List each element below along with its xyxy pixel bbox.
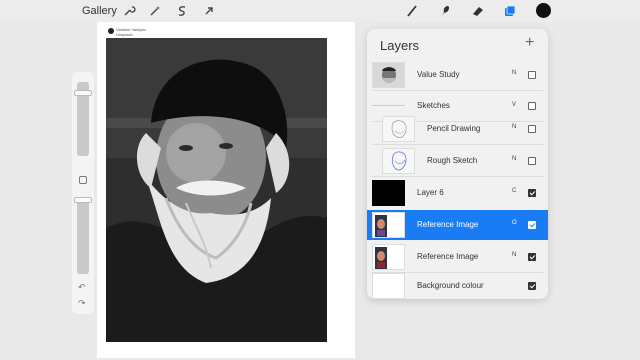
- layer-visibility-checkbox[interactable]: [528, 102, 536, 110]
- layer-name: Sketches: [417, 101, 450, 110]
- top-toolbar: Gallery: [0, 0, 640, 22]
- layer-visibility-checkbox[interactable]: [528, 189, 536, 197]
- layers-icon[interactable]: [503, 4, 517, 18]
- group-indicator: [372, 105, 405, 106]
- smudge-icon[interactable]: [438, 4, 452, 18]
- magic-wand-icon[interactable]: [148, 4, 162, 18]
- layer-divider: [372, 176, 543, 177]
- layer-name: Background colour: [417, 281, 484, 290]
- layers-panel: Layers + Value Study N Sketches ∨ Pencil…: [367, 29, 548, 299]
- layer-visibility-checkbox[interactable]: [528, 253, 536, 261]
- layer-thumbnail: [372, 244, 405, 270]
- blend-mode[interactable]: N: [512, 70, 516, 76]
- layer-name: Rough Sketch: [427, 156, 478, 165]
- gallery-button[interactable]: Gallery: [82, 5, 117, 17]
- layer-name: Value Study: [417, 70, 460, 79]
- blend-mode[interactable]: C: [512, 188, 516, 194]
- wrench-icon[interactable]: [122, 4, 136, 18]
- layer-thumbnail: [372, 180, 405, 206]
- add-layer-button[interactable]: +: [525, 34, 534, 52]
- layer-visibility-checkbox[interactable]: [528, 282, 536, 290]
- brush-icon[interactable]: [405, 4, 419, 18]
- blend-mode[interactable]: N: [512, 156, 516, 162]
- layer-row-layer-6[interactable]: Layer 6 C: [367, 178, 548, 208]
- layer-thumbnail: [382, 116, 415, 142]
- credit-avatar: [108, 28, 114, 34]
- layer-visibility-checkbox[interactable]: [528, 71, 536, 79]
- layer-row-value-study[interactable]: Value Study N: [367, 60, 548, 90]
- layer-thumbnail: [372, 212, 405, 238]
- blend-mode[interactable]: N: [512, 252, 516, 258]
- layer-row-reference-image[interactable]: Reference Image N: [367, 242, 548, 272]
- brush-opacity-handle[interactable]: [74, 197, 92, 203]
- layer-name: Reference Image: [417, 220, 479, 229]
- layer-thumbnail: [372, 273, 405, 299]
- brush-size-handle[interactable]: [74, 90, 92, 96]
- blend-mode[interactable]: O: [512, 220, 517, 226]
- layer-visibility-checkbox[interactable]: [528, 125, 536, 133]
- undo-icon[interactable]: ↶: [78, 282, 86, 293]
- redo-icon[interactable]: ↷: [78, 298, 86, 309]
- selection-icon[interactable]: [175, 4, 189, 18]
- chevron-down-icon[interactable]: ∨: [511, 99, 517, 108]
- layer-name: Pencil Drawing: [427, 124, 481, 133]
- layer-name: Reference Image: [417, 252, 479, 261]
- reference-photo[interactable]: [106, 38, 327, 342]
- brush-opacity-slider[interactable]: [77, 200, 89, 274]
- layer-thumbnail: [382, 148, 415, 174]
- layer-row-pencil-drawing[interactable]: Pencil Drawing N: [367, 114, 548, 144]
- layer-row-background-colour[interactable]: Background colour: [367, 271, 548, 301]
- brush-sidebar: ↶ ↷: [72, 72, 94, 314]
- credit-source: Unsplash: [116, 32, 133, 37]
- color-swatch[interactable]: [536, 3, 551, 18]
- eraser-icon[interactable]: [471, 4, 485, 18]
- blend-mode[interactable]: N: [512, 124, 516, 130]
- layer-row-rough-sketch[interactable]: Rough Sketch N: [367, 146, 548, 176]
- layer-row-reference-image-active[interactable]: Reference Image O: [367, 210, 548, 240]
- layer-thumbnail: [372, 62, 405, 88]
- layer-divider: [372, 144, 543, 145]
- layer-visibility-checkbox[interactable]: [528, 157, 536, 165]
- modifier-button[interactable]: [79, 176, 87, 184]
- photo-credit: Vladimir Vasilyev Unsplash: [116, 27, 146, 37]
- transform-arrow-icon[interactable]: [202, 4, 216, 18]
- layers-title: Layers: [380, 38, 420, 53]
- layer-name: Layer 6: [417, 188, 444, 197]
- layer-visibility-checkbox[interactable]: [528, 221, 536, 229]
